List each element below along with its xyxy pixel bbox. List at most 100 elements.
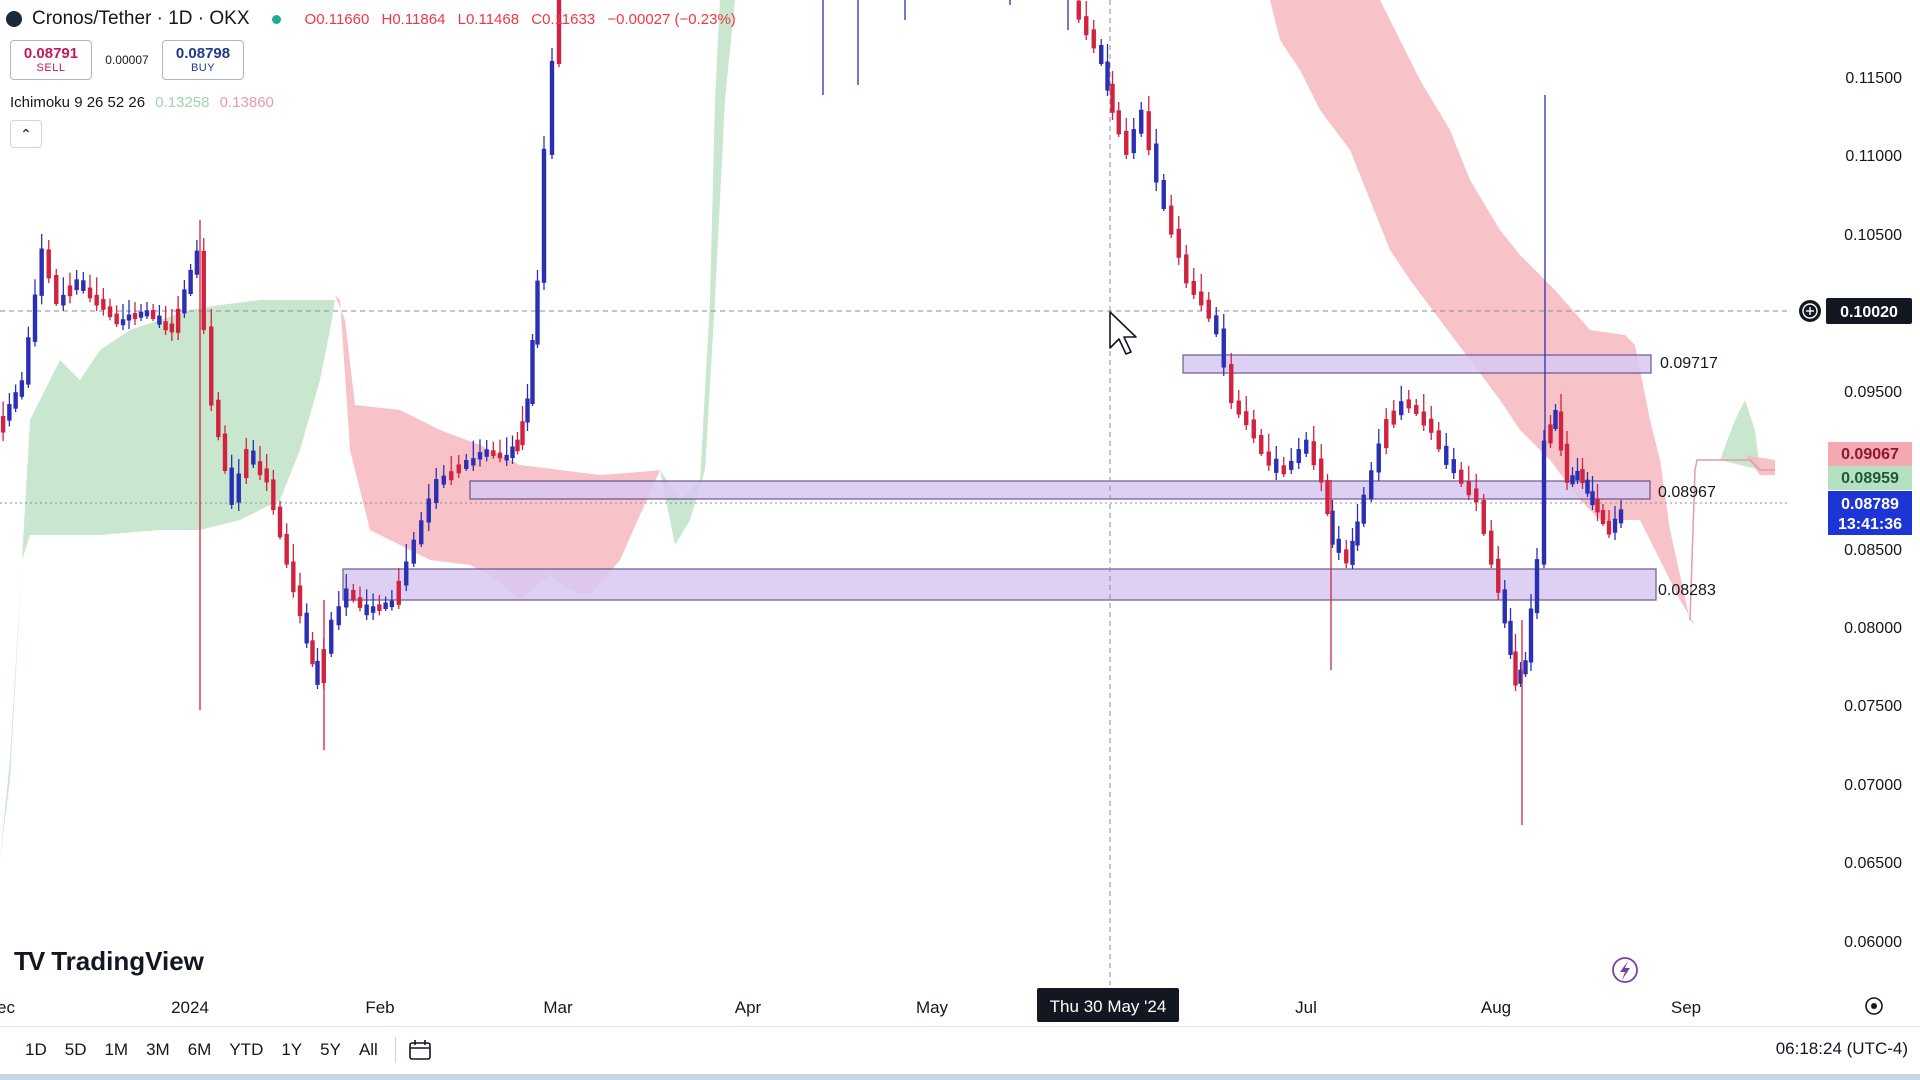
settings-icon[interactable] [1865,997,1883,1015]
candle-body [329,619,334,654]
candle-body [434,479,439,504]
candle-body [396,580,401,605]
chart-header: Cronos/Tether · 1D · OKX O0.11660 H0.118… [6,8,744,30]
range-1m[interactable]: 1M [95,1040,137,1060]
candle-body [471,458,476,466]
tv-logo-icon: TV [14,946,45,976]
range-5y[interactable]: 5Y [311,1040,350,1060]
candle-body [1281,465,1286,475]
candle-body [244,449,249,479]
clock-timezone[interactable]: 06:18:24 (UTC-4) [1776,1039,1908,1059]
candle-body [426,498,431,523]
candle-body [1369,470,1374,500]
toolbar-divider [394,1037,396,1063]
candle-body [32,294,38,342]
candle-body [310,640,315,665]
candle-body [229,467,234,505]
candle-body [222,433,228,471]
zone-0.09717[interactable] [1182,354,1652,374]
range-5d[interactable]: 5D [56,1040,96,1060]
candle-body [351,590,356,601]
range-3m[interactable]: 3M [137,1040,179,1060]
candle-body [1523,660,1528,675]
calendar-icon[interactable] [408,1039,434,1061]
symbol-title[interactable]: Cronos/Tether · 1D · OKX [32,8,250,30]
candle-body [1466,481,1471,496]
time-label: Aug [1481,998,1511,1017]
indicator-legend[interactable]: Ichimoku 9 26 52 26 0.13258 0.13860 [10,94,274,111]
candle-body [404,561,409,586]
zone-0.08283[interactable] [342,568,1657,601]
candle-body [304,612,309,644]
price-chart[interactable]: 0.09717 0.08967 0.08283 0.11500 0.11000 … [0,0,1920,1080]
sell-button[interactable]: 0.08791 SELL [10,40,92,80]
candle-body [54,275,59,304]
sell-price: 0.08791 [23,45,79,62]
candle-body [1451,459,1456,474]
lightning-icon[interactable] [1612,957,1638,983]
candle-body [101,299,106,310]
candle-body [1244,411,1249,426]
collapse-legend-button[interactable]: ⌃ [10,120,42,148]
candle-body [291,561,296,593]
range-1d[interactable]: 1D [16,1040,56,1060]
candle-body [383,602,388,609]
candle-body [1221,328,1226,368]
cronos-logo-icon [6,11,22,27]
candle-body [0,416,6,433]
candle-body [175,308,181,333]
price-tick: 0.10500 [1844,227,1902,244]
candle-body [1274,458,1279,473]
candle-body [1124,130,1129,155]
price-tick: 0.11000 [1845,148,1902,165]
price-tick: 0.08000 [1844,620,1902,637]
high-value: H0.11864 [381,10,446,28]
range-1y[interactable]: 1Y [272,1040,311,1060]
candle-body [1076,0,1081,20]
candle-body [107,306,113,318]
candle-body [87,287,93,299]
candle-body [1184,254,1189,284]
zone-0.08967[interactable] [469,480,1651,500]
range-ytd[interactable]: YTD [220,1040,272,1060]
candle-body [1575,470,1580,480]
candle-body [182,289,187,314]
candle-body [315,660,320,685]
price-tick: 0.09500 [1844,384,1902,401]
trade-panel: 0.08791 SELL 0.00007 0.08798 BUY [10,40,244,80]
candle-body [74,279,79,291]
candle-body [1296,449,1301,464]
candle-body [169,323,175,333]
candle-body [1191,280,1196,295]
candle-body [1344,549,1349,564]
candle-body [1548,424,1553,444]
candle-body [535,280,540,345]
candle-body [271,479,276,511]
range-all[interactable]: All [350,1040,387,1060]
candle-body [1595,498,1600,513]
candle-body [1236,400,1241,415]
candle-body [491,450,496,456]
candle-body [1154,143,1159,183]
candle-body [370,606,376,613]
candle-body [1229,364,1234,404]
time-label: Feb [365,998,394,1017]
candle-body [1176,228,1181,258]
candle-body [1325,480,1330,514]
candle-body [46,249,51,279]
time-label: Sep [1671,998,1701,1017]
candle-body [1251,419,1256,439]
spread-value: 0.00007 [105,53,149,67]
low-value: L0.11468 [457,10,520,28]
candle-body [19,380,25,397]
candle-body [1084,16,1089,36]
candle-body [1169,205,1174,235]
open-value: O0.11660 [304,10,370,28]
tradingview-logo[interactable]: TV TradingView [14,946,204,977]
buy-button[interactable]: 0.08798 BUY [162,40,244,80]
candle-body [94,294,99,306]
crosshair-date-tag: Thu 30 May '24 [1037,988,1179,1022]
ichimoku-cloud-bull-2 [660,0,735,545]
candle-body [510,446,515,459]
range-6m[interactable]: 6M [179,1040,221,1060]
